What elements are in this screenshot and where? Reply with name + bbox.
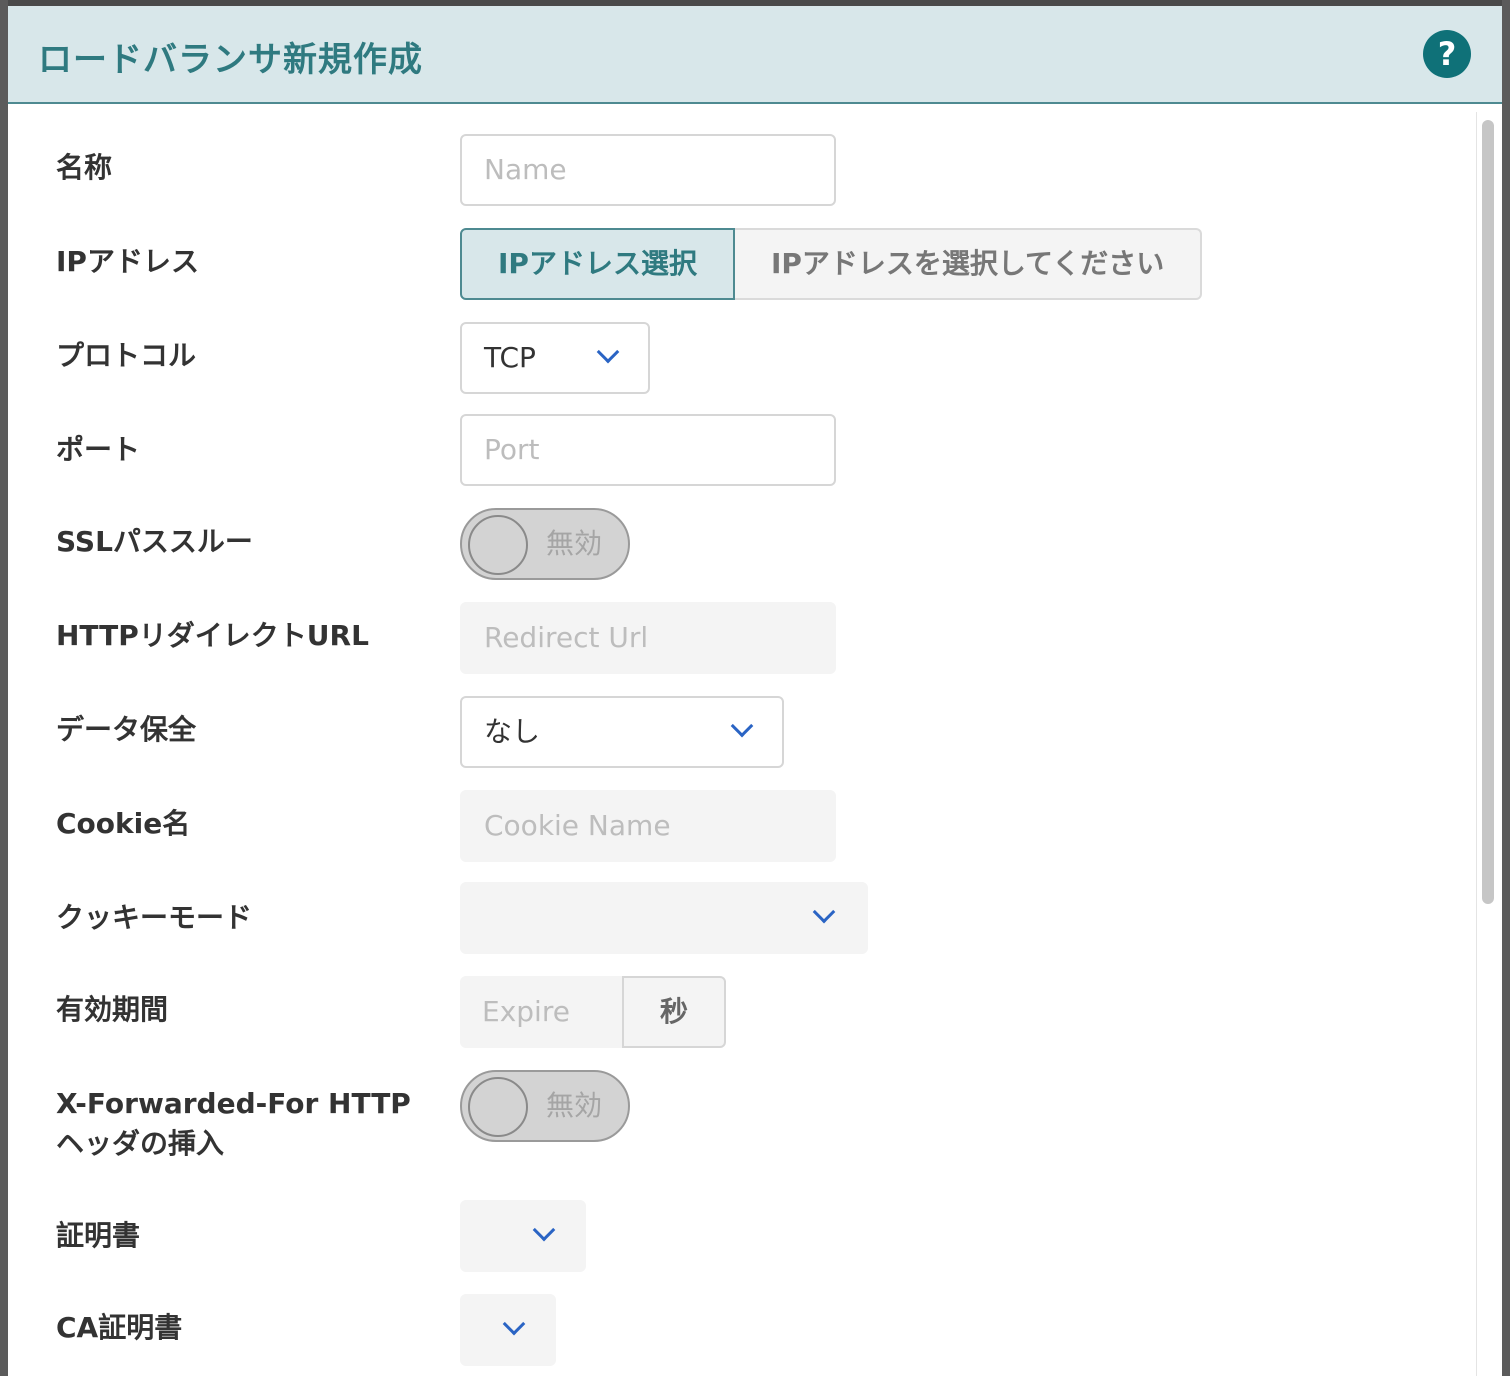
form-row-x-forwarded-for: X-Forwarded-For HTTP ヘッダの挿入 無効: [56, 1070, 1462, 1160]
data-persistence-value: なし: [484, 715, 541, 748]
data-persistence-select[interactable]: なし: [460, 696, 784, 768]
chevron-down-icon: [502, 1312, 526, 1336]
certificate-label: 証明書: [56, 1219, 141, 1252]
expire-group: Expire 秒: [460, 976, 726, 1048]
data-persistence-label: データ保全: [56, 713, 197, 746]
scrollbar[interactable]: [1476, 112, 1496, 1376]
name-input[interactable]: Name: [460, 134, 836, 206]
x-forwarded-for-label-line1: X-Forwarded-For HTTP: [56, 1087, 411, 1120]
toggle-knob: [468, 515, 528, 575]
form-row-certificate: 証明書: [56, 1200, 1462, 1272]
ssl-passthrough-toggle[interactable]: 無効: [460, 508, 630, 580]
x-forwarded-for-label-line2: ヘッダの挿入: [56, 1127, 225, 1160]
dialog-title: ロードバランサ新規作成: [38, 40, 423, 80]
expire-label: 有効期間: [56, 993, 169, 1026]
protocol-label: プロトコル: [56, 339, 197, 372]
name-label: 名称: [56, 151, 113, 184]
http-redirect-url-label: HTTPリダイレクトURL: [56, 619, 369, 652]
help-icon[interactable]: ?: [1423, 30, 1471, 78]
chevron-down-icon: [812, 900, 836, 924]
expire-unit: 秒: [622, 976, 726, 1048]
ca-certificate-select[interactable]: [460, 1294, 556, 1366]
chevron-down-icon: [596, 340, 620, 364]
x-forwarded-for-label: X-Forwarded-For HTTP ヘッダの挿入: [56, 1084, 411, 1164]
expire-input[interactable]: Expire: [460, 976, 622, 1048]
form-row-data-persistence: データ保全 なし: [56, 696, 1462, 768]
form-row-cookie-mode: クッキーモード: [56, 882, 1462, 954]
scrollbar-thumb[interactable]: [1482, 120, 1494, 904]
x-forwarded-for-state: 無効: [546, 1089, 603, 1122]
cookie-name-label: Cookie名: [56, 807, 191, 840]
certificate-select[interactable]: [460, 1200, 586, 1272]
protocol-value: TCP: [484, 341, 536, 374]
protocol-select[interactable]: TCP: [460, 322, 650, 394]
toggle-knob: [468, 1077, 528, 1137]
ssl-passthrough-state: 無効: [546, 527, 603, 560]
ip-address-display: IPアドレスを選択してください: [734, 228, 1203, 300]
form-row-protocol: プロトコル TCP: [56, 322, 1462, 394]
ca-certificate-label: CA証明書: [56, 1311, 183, 1344]
chevron-down-icon: [730, 714, 754, 738]
ssl-passthrough-label: SSLパススルー: [56, 525, 253, 558]
create-load-balancer-dialog: ロードバランサ新規作成 ? 名称 Name IPアドレス IPアドレス選択 IP…: [8, 6, 1502, 1376]
chevron-down-icon: [532, 1218, 556, 1242]
dialog-header: ロードバランサ新規作成 ?: [8, 6, 1502, 104]
backdrop-left: [0, 0, 8, 1376]
form-row-ssl-passthrough: SSLパススルー 無効: [56, 508, 1462, 580]
backdrop-right: [1502, 0, 1510, 1376]
ip-address-label: IPアドレス: [56, 245, 199, 278]
form-row-ca-certificate: CA証明書: [56, 1294, 1462, 1366]
cookie-mode-label: クッキーモード: [56, 901, 253, 934]
port-label: ポート: [56, 433, 141, 466]
cookie-mode-select[interactable]: [460, 882, 868, 954]
ip-address-group: IPアドレス選択 IPアドレスを選択してください: [460, 228, 1203, 300]
cookie-name-input[interactable]: Cookie Name: [460, 790, 836, 862]
select-ip-address-button[interactable]: IPアドレス選択: [460, 228, 735, 300]
port-input[interactable]: Port: [460, 414, 836, 486]
redirect-url-input[interactable]: Redirect Url: [460, 602, 836, 674]
x-forwarded-for-toggle[interactable]: 無効: [460, 1070, 630, 1142]
